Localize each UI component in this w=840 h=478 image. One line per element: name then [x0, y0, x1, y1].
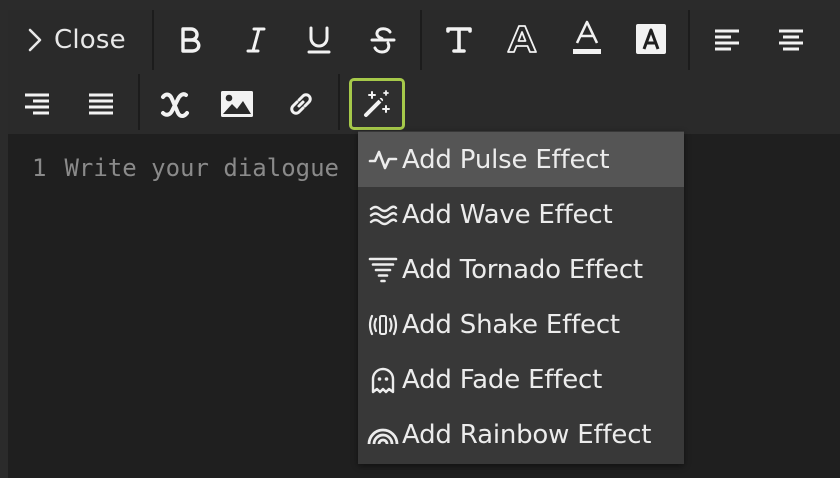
variable-x-icon [161, 92, 189, 118]
italic-button[interactable] [236, 22, 276, 58]
menu-item-shake[interactable]: Add Shake Effect [358, 297, 684, 352]
menu-item-label: Add Shake Effect [402, 309, 620, 340]
align-center-button[interactable] [770, 22, 812, 58]
menu-item-label: Add Rainbow Effect [402, 419, 652, 450]
align-left-icon [715, 29, 739, 51]
editor-line[interactable]: 1 Write your dialogue [32, 150, 339, 186]
effects-menu: Add Pulse Effect Add Wave Effect Add Tor… [358, 131, 684, 464]
editor-placeholder: Write your dialogue [64, 154, 339, 182]
tornado-icon [366, 253, 400, 287]
image-icon [221, 91, 253, 117]
text-button[interactable] [438, 22, 480, 58]
underline-icon [307, 26, 331, 54]
close-button[interactable]: Close [18, 18, 148, 62]
shake-icon [366, 308, 400, 342]
menu-item-label: Add Tornado Effect [402, 254, 643, 285]
strikethrough-button[interactable] [363, 22, 403, 58]
menu-item-label: Add Fade Effect [402, 364, 603, 395]
italic-icon [246, 27, 266, 53]
toolbar-divider [138, 74, 140, 130]
toolbar-divider [420, 10, 422, 70]
variable-button[interactable] [154, 84, 196, 124]
menu-item-wave[interactable]: Add Wave Effect [358, 187, 684, 242]
link-button[interactable] [280, 86, 322, 122]
align-center-icon [779, 29, 803, 51]
effects-button[interactable] [349, 78, 405, 130]
menu-item-pulse[interactable]: Add Pulse Effect [358, 132, 684, 187]
strikethrough-icon [370, 27, 396, 54]
highlight-letter-icon [636, 24, 666, 54]
text-color-button[interactable] [566, 18, 608, 58]
underline-button[interactable] [299, 22, 339, 58]
menu-item-tornado[interactable]: Add Tornado Effect [358, 242, 684, 297]
toolbar-divider [338, 74, 340, 130]
menu-item-fade[interactable]: Add Fade Effect [358, 352, 684, 407]
line-number: 1 [32, 154, 47, 182]
text-icon [446, 27, 472, 53]
chevron-right-icon [28, 28, 42, 52]
toolbar-divider [688, 10, 690, 70]
menu-item-label: Add Pulse Effect [402, 144, 610, 175]
align-right-button[interactable] [16, 86, 58, 122]
align-left-button[interactable] [706, 22, 748, 58]
link-icon [290, 93, 312, 115]
image-button[interactable] [216, 86, 258, 122]
ghost-icon [366, 363, 400, 397]
close-label: Close [54, 25, 126, 55]
bold-button[interactable] [170, 22, 210, 58]
outline-letter-icon [507, 25, 537, 53]
outline-text-button[interactable] [500, 20, 544, 58]
rainbow-icon [366, 418, 400, 452]
justify-button[interactable] [80, 86, 122, 122]
wave-icon [366, 198, 400, 232]
text-background-button[interactable] [630, 20, 672, 58]
menu-item-label: Add Wave Effect [402, 199, 613, 230]
pulse-icon [366, 143, 400, 177]
text-color-icon [573, 20, 601, 54]
toolbar-divider [152, 10, 154, 70]
align-right-icon [25, 93, 49, 115]
menu-item-rainbow[interactable]: Add Rainbow Effect [358, 407, 684, 462]
justify-icon [89, 93, 113, 115]
bold-icon [181, 27, 201, 53]
magic-wand-icon [364, 90, 390, 117]
